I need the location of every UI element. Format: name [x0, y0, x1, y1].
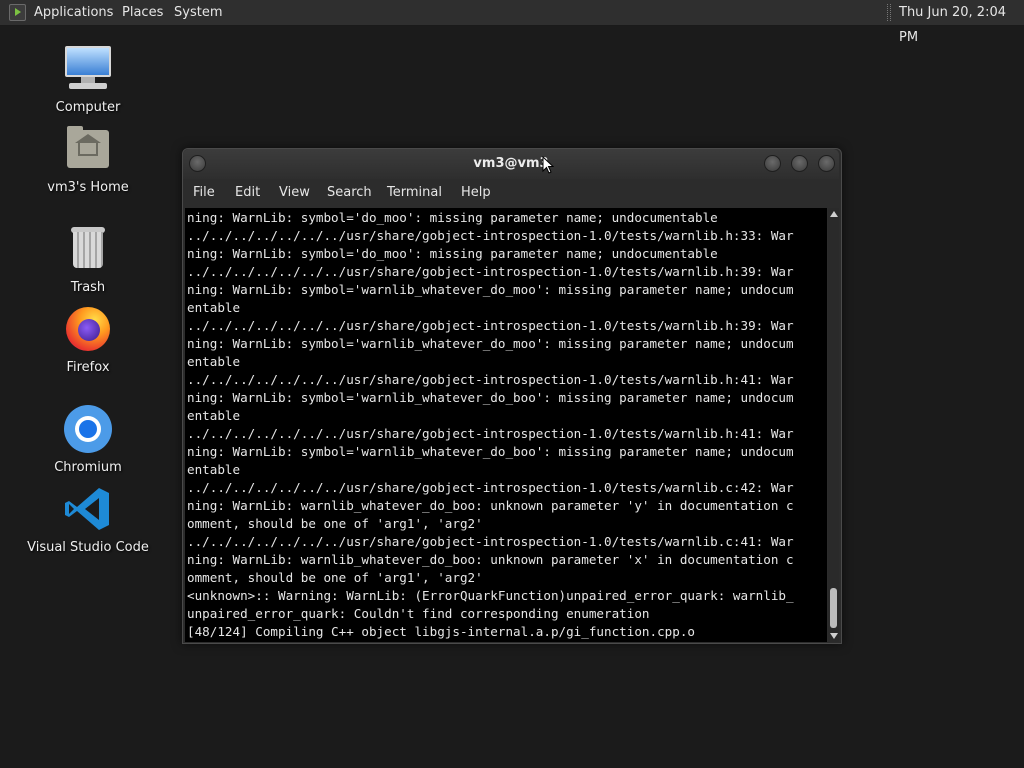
terminal-scrollbar[interactable]: [828, 208, 839, 642]
clock[interactable]: Thu Jun 20, 2:04 PM: [899, 0, 1024, 45]
desktop-icon-label: Firefox: [66, 360, 110, 375]
terminal-line: ning: WarnLib: symbol='do_moo': missing …: [187, 210, 718, 225]
menu-edit[interactable]: Edit: [235, 179, 260, 207]
terminal-line: entable: [187, 354, 241, 369]
terminal-line: <unknown>:: Warning: WarnLib: (ErrorQuar…: [187, 588, 794, 603]
desktop-icon-label: Visual Studio Code: [27, 540, 149, 555]
terminal-line: ning: WarnLib: warnlib_whatever_do_boo: …: [187, 552, 794, 567]
terminal-lines: ning: WarnLib: symbol='do_moo': missing …: [187, 209, 827, 641]
desktop-icon-label: vm3's Home: [47, 180, 129, 195]
terminal-menubar: File Edit View Search Terminal Help: [183, 179, 839, 207]
trash-icon: [63, 224, 113, 274]
menu-search[interactable]: Search: [327, 179, 372, 207]
top-panel: Applications Places System Thu Jun 20, 2…: [0, 0, 1024, 45]
desktop-icon-home[interactable]: vm3's Home: [13, 124, 163, 195]
terminal-line: ../../../../../../../usr/share/gobject-i…: [187, 228, 794, 243]
desktop-icon-trash[interactable]: Trash: [13, 224, 163, 295]
desktop-icon-label: Trash: [70, 280, 106, 295]
desktop-icon-vscode[interactable]: Visual Studio Code: [13, 484, 163, 555]
vscode-icon: [63, 484, 113, 534]
terminal-line: ../../../../../../../usr/share/gobject-i…: [187, 480, 794, 495]
terminal-line: ../../../../../../../usr/share/gobject-i…: [187, 426, 794, 441]
desktop-icon-computer[interactable]: Computer: [13, 44, 163, 115]
menu-applications[interactable]: Applications: [34, 0, 113, 25]
terminal-line: ../../../../../../../usr/share/gobject-i…: [187, 534, 794, 549]
panel-separator: [887, 4, 891, 21]
terminal-line: ning: WarnLib: symbol='do_moo': missing …: [187, 246, 718, 261]
terminal-line: ../../../../../../../usr/share/gobject-i…: [187, 372, 794, 387]
terminal-line: omment, should be one of 'arg1', 'arg2': [187, 570, 483, 585]
terminal-line: ../../../../../../../usr/share/gobject-i…: [187, 264, 794, 279]
terminal-line: ning: WarnLib: symbol='warnlib_whatever_…: [187, 390, 794, 405]
terminal-line: entable: [187, 300, 241, 315]
desktop-icon-firefox[interactable]: Firefox: [13, 304, 163, 375]
window-titlebar[interactable]: vm3@vm3: [183, 149, 839, 179]
scroll-up-icon[interactable]: [830, 211, 838, 217]
menu-view[interactable]: View: [279, 179, 310, 207]
terminal-line: unpaired_error_quark: Couldn't find corr…: [187, 606, 650, 621]
menu-help[interactable]: Help: [461, 179, 491, 207]
chromium-icon: [63, 404, 113, 454]
maximize-icon[interactable]: [791, 155, 808, 172]
scroll-thumb[interactable]: [830, 588, 837, 628]
minimize-icon[interactable]: [764, 155, 781, 172]
computer-icon: [63, 44, 113, 94]
desktop-icon-chromium[interactable]: Chromium: [13, 404, 163, 475]
applications-logo-icon[interactable]: [9, 4, 26, 21]
terminal-line: ning: WarnLib: symbol='warnlib_whatever_…: [187, 444, 794, 459]
firefox-icon: [63, 304, 113, 354]
desktop-icon-label: Chromium: [54, 460, 122, 475]
terminal-line: ../../../../../../../usr/share/gobject-i…: [187, 318, 794, 333]
home-folder-icon: [63, 124, 113, 174]
terminal-line: ning: WarnLib: warnlib_whatever_do_boo: …: [187, 498, 794, 513]
terminal-window[interactable]: vm3@vm3 File Edit View Search Terminal H…: [182, 148, 842, 644]
desktop-icon-label: Computer: [55, 100, 121, 115]
menu-system[interactable]: System: [174, 0, 222, 25]
terminal-line: ning: WarnLib: symbol='warnlib_whatever_…: [187, 336, 794, 351]
terminal-line: entable: [187, 462, 241, 477]
menu-file[interactable]: File: [193, 179, 215, 207]
menu-places[interactable]: Places: [122, 0, 163, 25]
terminal-line: omment, should be one of 'arg1', 'arg2': [187, 516, 483, 531]
scroll-down-icon[interactable]: [830, 633, 838, 639]
terminal-line: entable: [187, 408, 241, 423]
menu-terminal[interactable]: Terminal: [387, 179, 442, 207]
window-title: vm3@vm3: [473, 156, 549, 171]
terminal-line: [48/124] Compiling C++ object libgjs-int…: [187, 624, 695, 639]
terminal-output[interactable]: ning: WarnLib: symbol='do_moo': missing …: [185, 208, 827, 642]
close-icon[interactable]: [818, 155, 835, 172]
terminal-line: ning: WarnLib: symbol='warnlib_whatever_…: [187, 282, 794, 297]
